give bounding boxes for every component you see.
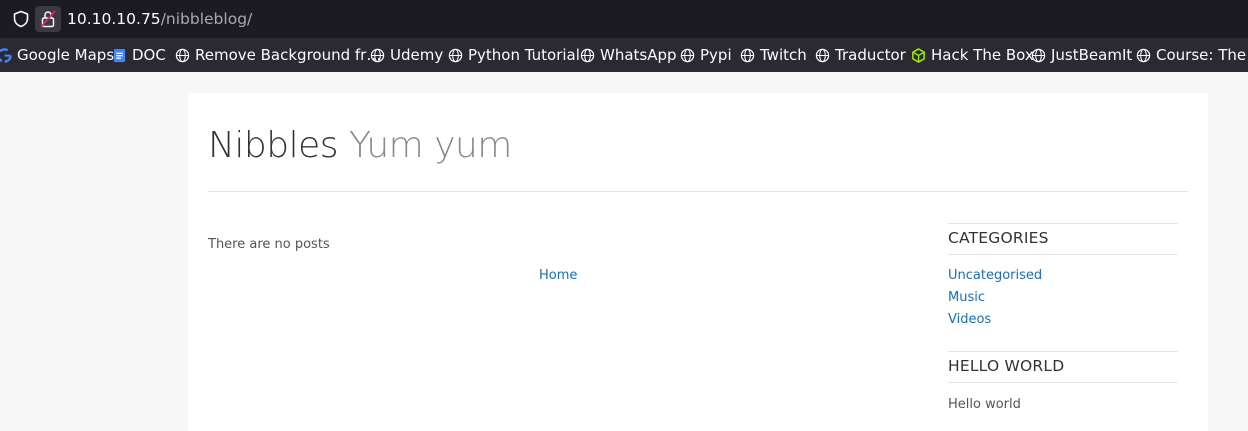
- hello-world-text: Hello world: [948, 397, 1021, 412]
- page-viewport: Nibbles Yum yum There are no posts Home …: [0, 72, 1248, 431]
- address-bar-url[interactable]: 10.10.10.75/nibbleblog/: [67, 9, 252, 29]
- bookmark-label: Hack The Box: [931, 46, 1034, 64]
- browser-toolbar: 10.10.10.75/nibbleblog/: [0, 0, 1248, 39]
- url-host: 10.10.10.75: [67, 10, 161, 28]
- bookmark-google-maps[interactable]: Google Maps: [0, 38, 114, 72]
- bookmark-label: Remove Background fr…: [195, 46, 382, 64]
- categories-heading: CATEGORIES: [948, 229, 1049, 247]
- bookmark-label: Python Tutorial: [468, 46, 580, 64]
- bookmark-justbeamit[interactable]: JustBeamIt: [1031, 38, 1132, 72]
- blog-container: Nibbles Yum yum There are no posts Home …: [188, 93, 1208, 431]
- site-title[interactable]: Nibbles Yum yum: [208, 125, 512, 166]
- bookmark-label: Course: The Ev: [1156, 46, 1248, 64]
- bookmark-label: WhatsApp: [600, 46, 677, 64]
- bookmark-traductor[interactable]: Traductor: [815, 38, 906, 72]
- bookmark-doc[interactable]: DOC: [112, 38, 166, 72]
- sidebar-divider: [948, 351, 1178, 352]
- sidebar-divider: [948, 382, 1178, 383]
- bookmark-label: Twitch: [760, 46, 807, 64]
- docs-icon: [113, 48, 126, 62]
- no-posts-message: There are no posts: [208, 237, 330, 252]
- google-icon: [0, 47, 12, 63]
- bookmark-hack-the-box[interactable]: Hack The Box: [911, 38, 1034, 72]
- bookmark-label: Udemy: [390, 46, 444, 64]
- bookmark-label: DOC: [132, 46, 166, 64]
- bookmark-python-tutorial[interactable]: Python Tutorial: [448, 38, 580, 72]
- tracking-protection-shield-icon[interactable]: [12, 10, 30, 28]
- blog-name: Nibbles: [208, 125, 339, 166]
- globe-icon: [370, 48, 385, 62]
- bookmark-twitch[interactable]: Twitch: [740, 38, 807, 72]
- sidebar-divider: [948, 223, 1178, 224]
- globe-icon: [175, 48, 190, 62]
- header-divider: [208, 191, 1188, 192]
- bookmark-whatsapp[interactable]: WhatsApp: [580, 38, 677, 72]
- globe-icon: [680, 48, 695, 62]
- insecure-connection-lock-icon[interactable]: [35, 6, 61, 32]
- bookmark-pypi[interactable]: Pypi: [680, 38, 732, 72]
- home-link[interactable]: Home: [539, 268, 577, 283]
- category-link-music[interactable]: Music: [948, 290, 985, 305]
- globe-icon: [580, 48, 595, 62]
- globe-icon: [740, 48, 755, 62]
- globe-icon: [1031, 48, 1046, 62]
- bookmark-course[interactable]: Course: The Ev: [1136, 38, 1248, 72]
- bookmark-label: JustBeamIt: [1051, 46, 1133, 64]
- bookmark-label: Traductor: [835, 46, 906, 64]
- url-path: /nibbleblog/: [160, 10, 253, 28]
- globe-icon: [448, 48, 463, 62]
- bookmarks-toolbar: Google Maps DOC Remove Background fr… Ud…: [0, 38, 1248, 72]
- hello-world-heading: HELLO WORLD: [948, 357, 1065, 375]
- bookmark-remove-background[interactable]: Remove Background fr…: [175, 38, 381, 72]
- blog-slogan: Yum yum: [349, 125, 512, 166]
- category-link-videos[interactable]: Videos: [948, 312, 991, 327]
- bookmark-label: Google Maps: [17, 46, 115, 64]
- bookmark-udemy[interactable]: Udemy: [370, 38, 443, 72]
- sidebar-divider: [948, 254, 1178, 255]
- bookmark-label: Pypi: [700, 46, 732, 64]
- hackthebox-icon: [912, 47, 925, 63]
- globe-icon: [815, 48, 830, 62]
- globe-icon: [1136, 48, 1151, 62]
- category-link-uncategorised[interactable]: Uncategorised: [948, 268, 1042, 283]
